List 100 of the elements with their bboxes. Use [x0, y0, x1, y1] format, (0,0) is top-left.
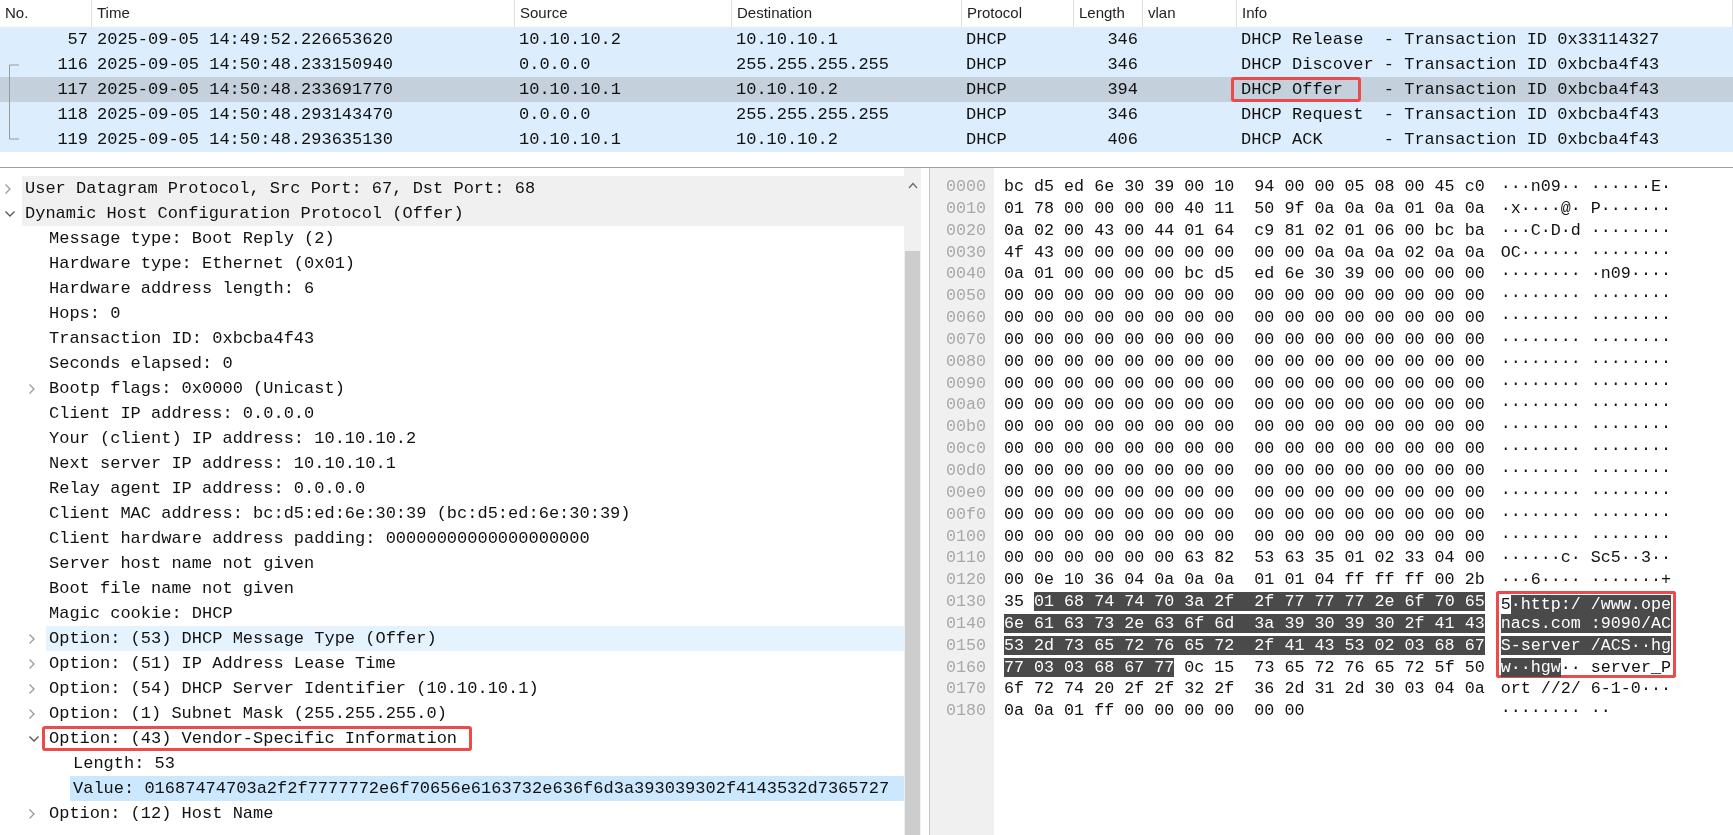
scrollbar[interactable]: [904, 168, 921, 835]
tree-item[interactable]: Next server IP address: 10.10.10.1: [46, 451, 904, 476]
chevron-right-icon[interactable]: [4, 182, 12, 195]
tree-item[interactable]: Seconds elapsed: 0: [46, 351, 904, 376]
chevron-right-icon[interactable]: [28, 632, 36, 645]
hex-bytes: 01 78 00 00 00 00 40 11 50 9f 0a 0a 0a 01 0a 0a: [1004, 198, 1485, 218]
tree-item[interactable]: Option: (43) Vendor-Specific Information: [46, 726, 904, 751]
hex-bytes: ········ ········: [1500, 351, 1671, 371]
hex-bytes: ·· server_P: [1560, 657, 1671, 677]
tree-item[interactable]: Option: (12) Host Name: [46, 801, 904, 826]
tree-item[interactable]: Client MAC address: bc:d5:ed:6e:30:39 (bc:d5:ed:6e:30:39): [46, 501, 904, 526]
tree-item-text: Option: (43) Vendor-Specific Information: [49, 727, 458, 750]
tree-item[interactable]: Bootp flags: 0x0000 (Unicast): [46, 376, 904, 401]
table-cell-text: DHCP: [965, 28, 1008, 51]
hex-bytes: 00 00 00 00 00 00 00 00 00 00 00 00 00 00 00 00: [1004, 482, 1485, 502]
chevron-right-icon[interactable]: [28, 707, 36, 720]
offset-label: 00a0: [945, 394, 988, 417]
chevron-down-icon[interactable]: [4, 209, 16, 218]
table-cell-text: 346: [1106, 103, 1139, 126]
scrollbar-thumb[interactable]: [905, 251, 920, 835]
tree-item-text: Next server IP address: 10.10.10.1: [49, 452, 396, 475]
offset-label: 0020: [945, 219, 988, 242]
hex-bytes: ···n09·· ······E·: [1500, 177, 1671, 196]
hex-bytes: 00 00 00 00 00 00 00 00 00 00 00 00 00 00 00 00: [1004, 439, 1485, 459]
table-cell-text: 10.10.10.1: [518, 78, 623, 101]
packet-row[interactable]: 118 2025-09-05 14:50:48.293143470 0.0.0.0 255.255.255.255 DHCP 346 DHCP Request - Transaction ID 0xbcba4f43: [0, 102, 1733, 127]
tree-item-text: Hardware type: Ethernet (0x01): [49, 252, 356, 275]
offset-label: 0180: [945, 700, 988, 723]
table-cell-text: 10.10.10.2: [518, 28, 623, 51]
hex-bytes: 4f 43 00 00 00 00 00 00 00 00 0a 0a 0a 02 0a 0a: [1004, 242, 1485, 262]
table-cell-text: 2025-09-05 14:50:48.233150940: [96, 53, 394, 76]
packet-row[interactable]: 116 2025-09-05 14:50:48.233150940 0.0.0.0 255.255.255.255 DHCP 346 DHCP Discover - Transaction ID 0xbcba4f43: [0, 52, 1733, 77]
tree-item[interactable]: Hardware type: Ethernet (0x01): [46, 251, 904, 276]
chevron-right-icon[interactable]: [28, 657, 36, 670]
tree-item[interactable]: Client hardware address padding: 00000000000000000000: [46, 526, 904, 551]
table-cell-text: 10.10.10.2: [735, 128, 840, 151]
tree-item[interactable]: Relay agent IP address: 0.0.0.0: [46, 476, 904, 501]
tree-item[interactable]: Hops: 0: [46, 301, 904, 326]
offset-label: 0150: [945, 634, 988, 657]
tree-item[interactable]: Server host name not given: [46, 551, 904, 576]
tree-item[interactable]: Option: (54) DHCP Server Identifier (10.10.10.1): [46, 676, 904, 701]
table-cell-text: DHCP Offer: [1241, 78, 1344, 101]
tree-item-text: Server host name not given: [49, 552, 315, 575]
hex-bytes: ········ ········: [1500, 439, 1671, 459]
hex-bytes: 53 2d 73 65 72 76 65 72 2f 41 43 53 02 03 68 67: [1004, 635, 1485, 655]
table-cell-text: 406: [1106, 128, 1139, 151]
hex-bytes: nacs.com :9090/AC: [1500, 613, 1671, 633]
table-cell-text: 118: [56, 103, 89, 126]
offset-label: 0130: [945, 591, 988, 613]
tree-item-text: Seconds elapsed: 0: [49, 352, 233, 375]
chevron-right-icon[interactable]: [28, 807, 36, 820]
tree-item[interactable]: Length: 53: [70, 751, 904, 776]
table-cell-text: 10.10.10.2: [735, 78, 840, 101]
chevron-right-icon[interactable]: [28, 682, 36, 695]
tree-item[interactable]: Dynamic Host Configuration Protocol (Offer): [22, 201, 904, 226]
table-cell-text: 346: [1106, 28, 1139, 51]
packet-row[interactable]: 117 2025-09-05 14:50:48.233691770 10.10.10.1 10.10.10.2 DHCP 394 DHCP Offer - Transaction ID 0xbcba4f43: [0, 77, 1733, 102]
hex-bytes: 5: [1500, 595, 1511, 615]
packet-row[interactable]: 57 2025-09-05 14:49:52.226653620 10.10.10.2 10.10.10.1 DHCP 346 DHCP Release - Transaction ID 0x33114327: [0, 27, 1733, 52]
table-cell-text: 116: [56, 53, 89, 76]
hex-bytes: ········ ········: [1500, 329, 1671, 349]
tree-item[interactable]: Hardware address length: 6: [46, 276, 904, 301]
offset-label: 0000: [945, 176, 988, 198]
tree-item[interactable]: Message type: Boot Reply (2): [46, 226, 904, 251]
hex-bytes: 00 00 00 00 00 00 00 00 00 00 00 00 00 00 00 00: [1004, 526, 1485, 546]
hex-bytes: ······c· Sc5··3··: [1500, 548, 1671, 568]
table-cell-text: 117: [56, 78, 89, 101]
tree-item[interactable]: Client IP address: 0.0.0.0: [46, 401, 904, 426]
hex-bytes: ···C·D·d ········: [1500, 220, 1671, 240]
hex-bytes: 0a 02 00 43 00 44 01 64 c9 81 02 01 06 00 bc ba: [1004, 220, 1485, 240]
tree-item[interactable]: Your (client) IP address: 10.10.10.2: [46, 426, 904, 451]
hex-bytes: ort //2/ 6-1-0···: [1500, 679, 1671, 699]
tree-item-text: User Datagram Protocol, Src Port: 67, Dst Port: 68: [25, 177, 536, 200]
tree-item[interactable]: Option: (53) DHCP Message Type (Offer): [46, 626, 904, 651]
offset-label: 0040: [945, 263, 988, 286]
table-cell-text: 57: [66, 28, 89, 51]
table-cell-text: 119: [56, 128, 89, 151]
hex-bytes: ········ ········: [1500, 395, 1671, 415]
tree-item[interactable]: Magic cookie: DHCP: [46, 601, 904, 626]
tree-item[interactable]: User Datagram Protocol, Src Port: 67, Dst Port: 68: [22, 176, 904, 201]
table-cell-text: 255.255.255.255: [735, 53, 891, 76]
chevron-right-icon[interactable]: [28, 382, 36, 395]
scroll-up-icon[interactable]: [907, 182, 918, 189]
packet-row[interactable]: 119 2025-09-05 14:50:48.293635130 10.10.10.1 10.10.10.2 DHCP 406 DHCP ACK - Transaction ID 0xbcba4f43: [0, 127, 1733, 152]
tree-item-text: Relay agent IP address: 0.0.0.0: [49, 477, 366, 500]
table-cell-text: DHCP Request: [1241, 103, 1364, 126]
offset-label: 0080: [945, 350, 988, 373]
hex-bytes: ········ ········: [1500, 373, 1671, 393]
tree-item[interactable]: Boot file name not given: [46, 576, 904, 601]
table-cell-text: 0.0.0.0: [518, 53, 592, 76]
hex-bytes: 00 0e 10 36 04 0a 0a 0a 01 01 04 ff ff ff 00 2b: [1004, 570, 1485, 590]
tree-item[interactable]: Option: (1) Subnet Mask (255.255.255.0): [46, 701, 904, 726]
tree-item[interactable]: Option: (51) IP Address Lease Time: [46, 651, 904, 676]
hex-bytes: 6e 61 63 73 2e 63 6f 6d 3a 39 30 39 30 2f 41 43: [1004, 613, 1485, 633]
offset-label: 0160: [945, 656, 988, 679]
table-cell-text: 2025-09-05 14:50:48.293635130: [96, 128, 394, 151]
hex-bytes: 35: [1004, 592, 1026, 612]
chevron-down-icon[interactable]: [28, 734, 40, 743]
table-cell-text: 2025-09-05 14:49:52.226653620: [96, 28, 394, 51]
tree-item[interactable]: Transaction ID: 0xbcba4f43: [46, 326, 904, 351]
